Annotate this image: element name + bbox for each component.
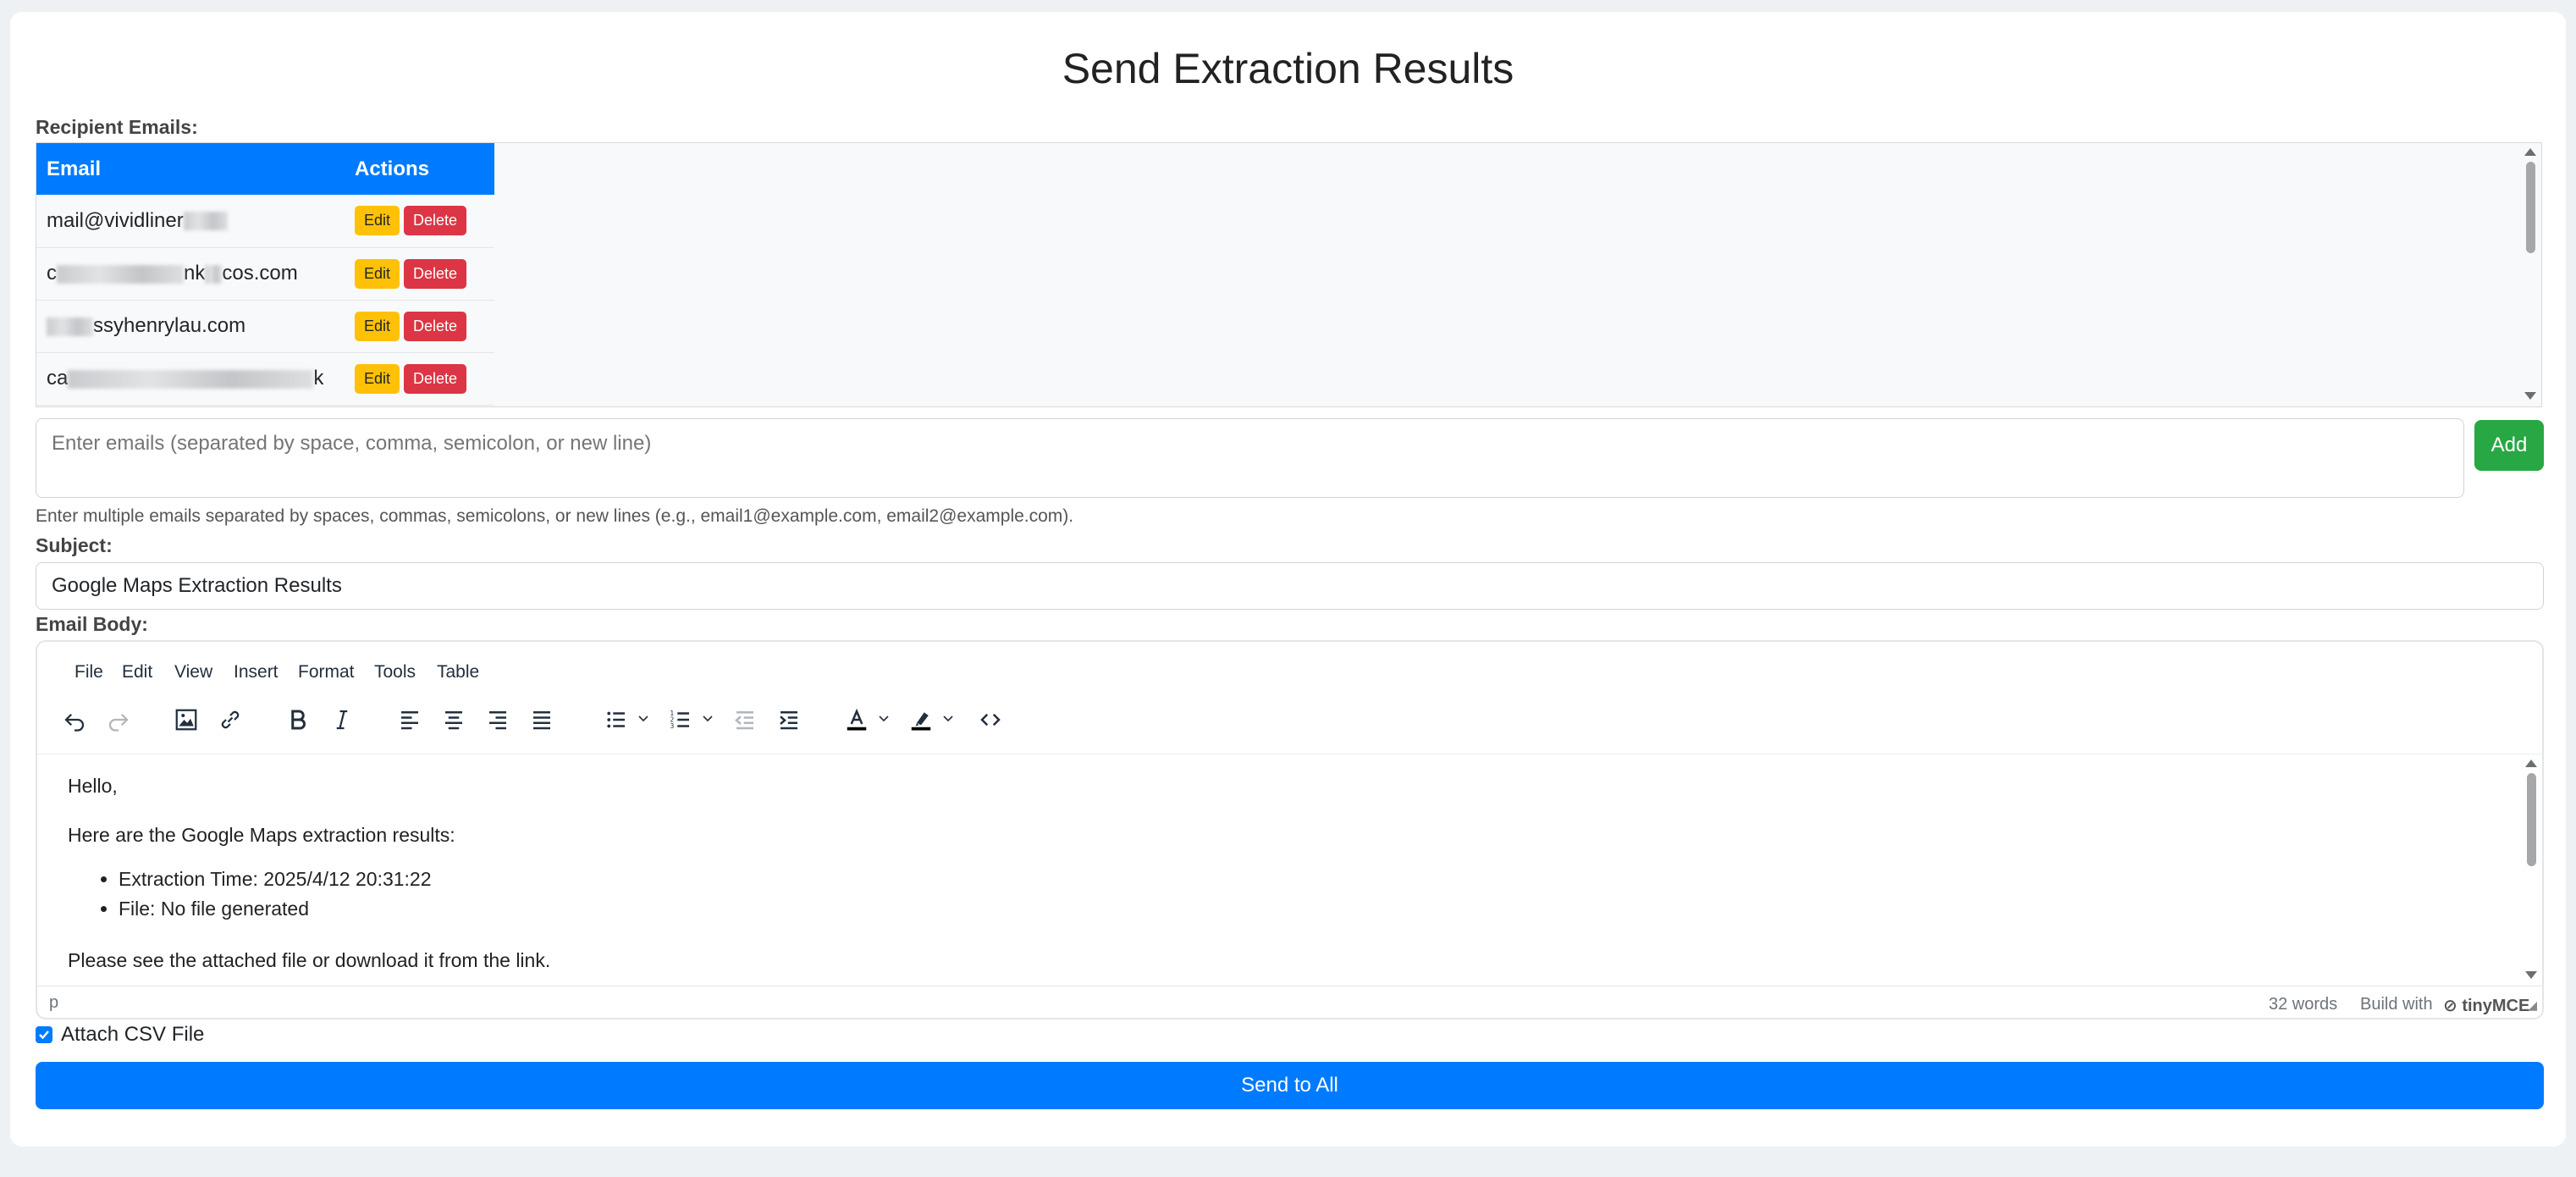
italic-icon[interactable] [325,703,359,737]
body-closing: Please see the attached file or download… [68,949,551,971]
attach-csv-label: Attach CSV File [61,1023,205,1046]
link-icon[interactable] [213,703,247,737]
source-code-icon[interactable] [974,703,1007,737]
chevron-down-icon[interactable] [701,711,714,725]
brand-name: tinyMCE [2462,997,2530,1015]
align-center-icon[interactable] [437,703,471,737]
redo-icon[interactable] [102,703,135,737]
actions-cell: Edit Delete [345,247,494,301]
bullet-list-icon[interactable] [599,703,633,737]
delete-button[interactable]: Delete [404,363,467,394]
attach-csv-option[interactable]: Attach CSV File [36,1023,204,1047]
word-count[interactable]: 32 words [2269,995,2337,1014]
email-text: ssyhenrylau.com [93,314,246,337]
add-button[interactable]: Add [2474,420,2544,471]
table-row: mail@vividliner Edit Delete [36,195,494,248]
send-to-all-button[interactable]: Send to All [36,1062,2544,1109]
recipients-label: Recipient Emails: [36,116,198,138]
edit-button[interactable]: Edit [355,311,400,341]
chevron-down-icon[interactable] [941,711,955,725]
email-cell: ssyhenrylau.com [36,300,345,353]
menu-tools[interactable]: Tools [374,662,416,682]
checkmark-icon [39,1031,49,1040]
undo-icon[interactable] [58,703,91,737]
chevron-down-icon[interactable] [877,711,891,725]
email-cell: c nk cos.com [36,247,345,301]
body-list: Extraction Time: 2025/4/12 20:31:22 File… [68,865,432,924]
chevron-down-icon[interactable] [637,711,650,725]
scroll-down-arrow-icon[interactable] [2524,392,2536,400]
rich-text-editor: File Edit View Insert Format Tools Table… [36,640,2544,1020]
email-text: c [47,262,57,285]
page-title: Send Extraction Results [1062,45,1514,92]
email-text: ca [47,367,69,390]
table-row: ca k Edit Delete [36,352,494,406]
tinymce-logo[interactable]: ⊘ tinyMCE [2443,995,2529,1016]
actions-cell: Edit Delete [345,300,494,353]
text-color-icon[interactable] [840,703,874,737]
list-item: File: No file generated [119,894,432,924]
image-icon[interactable] [169,703,203,737]
body-intro: Here are the Google Maps extraction resu… [68,824,455,846]
email-cell: mail@vividliner [36,195,345,248]
edit-button[interactable]: Edit [355,363,400,394]
actions-cell: Edit Delete [345,352,494,406]
email-format-hint: Enter multiple emails separated by space… [36,506,1074,526]
email-body-label: Email Body: [36,613,148,635]
email-text: mail@vividliner [47,208,184,232]
numbered-list-icon[interactable]: 123 [664,703,698,737]
justify-icon[interactable] [525,703,559,737]
scroll-up-arrow-icon[interactable] [2525,760,2537,767]
actions-cell: Edit Delete [345,195,494,248]
delete-button[interactable]: Delete [404,311,467,341]
table-row: ssyhenrylau.com Edit Delete [36,300,494,353]
menu-table[interactable]: Table [437,662,479,682]
edit-button[interactable]: Edit [355,206,400,236]
menu-format[interactable]: Format [298,662,355,682]
align-left-icon[interactable] [393,703,427,737]
menu-view[interactable]: View [174,662,212,682]
scrollbar-thumb[interactable] [2527,773,2536,866]
add-emails-input[interactable] [36,418,2464,498]
delete-button[interactable]: Delete [404,258,467,289]
scroll-down-arrow-icon[interactable] [2525,971,2537,979]
subject-label: Subject: [36,534,113,556]
table-row: c nk cos.com Edit Delete [36,247,494,301]
body-greeting: Hello, [68,775,118,797]
menu-insert[interactable]: Insert [234,662,279,682]
editor-content-area[interactable]: Hello, Here are the Google Maps extracti… [37,754,2542,986]
scrollbar-thumb[interactable] [2526,162,2535,253]
email-text: k [313,367,324,390]
indent-icon[interactable] [772,703,806,737]
recipient-table: Email Actions mail@vividliner Edit Delete… [36,143,494,406]
edit-button[interactable]: Edit [355,258,400,289]
scroll-up-arrow-icon[interactable] [2524,148,2536,156]
menu-edit[interactable]: Edit [122,662,152,682]
editor-menubar: File Edit View Insert Format Tools Table [37,642,2542,694]
element-path[interactable]: p [49,993,58,1013]
build-with-label: Build with [2360,995,2433,1014]
editor-statusbar: p 32 words Build with ⊘ tinyMCE ◢ [37,986,2542,1018]
list-item: Extraction Time: 2025/4/12 20:31:22 [119,865,432,894]
actions-column-header: Actions [345,143,494,195]
align-right-icon[interactable] [481,703,515,737]
highlight-icon[interactable] [904,703,938,737]
send-results-card: Send Extraction Results Recipient Emails… [10,12,2566,1147]
email-cell: ca k [36,352,345,406]
delete-button[interactable]: Delete [404,206,467,236]
resize-handle-icon[interactable]: ◢ [2528,998,2537,1013]
email-text: nk [184,262,206,285]
outdent-icon[interactable] [728,703,762,737]
attach-csv-checkbox[interactable] [36,1026,52,1043]
menu-file[interactable]: File [74,662,103,682]
email-column-header: Email [36,143,345,195]
email-text: cos.com [222,262,298,285]
subject-input[interactable]: Google Maps Extraction Results [36,562,2544,610]
bold-icon[interactable] [281,703,315,737]
svg-text:3: 3 [670,722,675,730]
editor-toolbar: 123 [37,694,2542,745]
recipient-table-container[interactable]: Email Actions mail@vividliner Edit Delete… [36,142,2542,407]
